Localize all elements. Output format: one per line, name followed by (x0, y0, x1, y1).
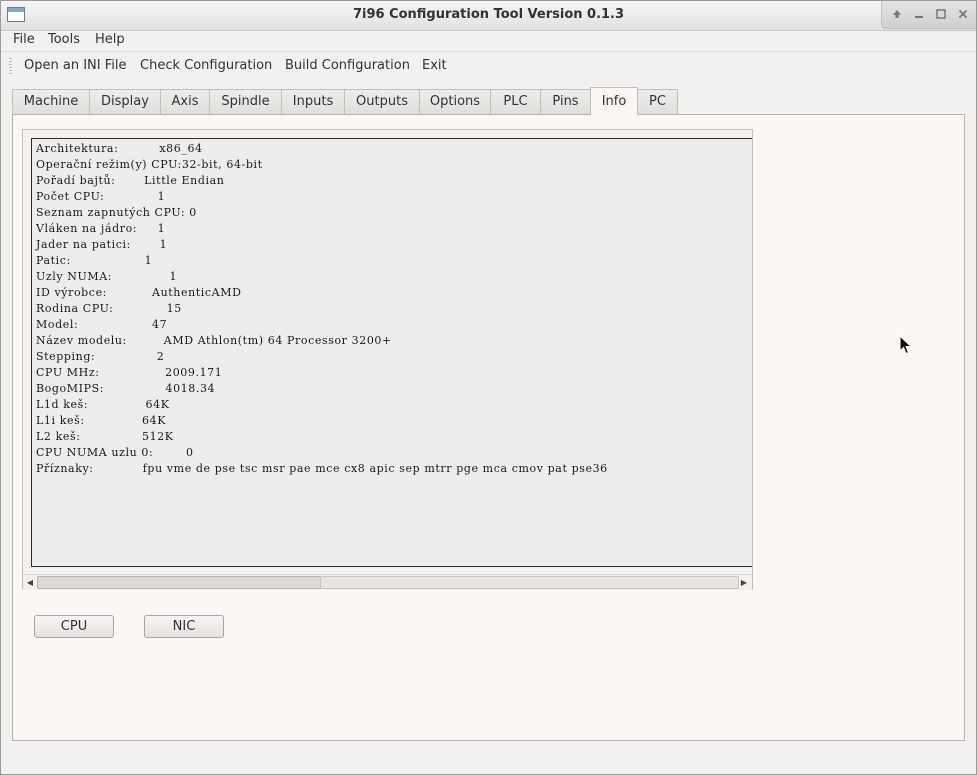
info-line-cpu-mhz: CPU MHz: 2009.171 (36, 366, 223, 379)
tab-inputs[interactable]: Inputs (281, 89, 345, 114)
info-line-l2-cache: L2 keš: 512K (36, 430, 174, 443)
info-line-op-mode: Operační režim(y) CPU:32-bit, 64-bit (36, 158, 263, 171)
toolbar-grip-handle[interactable] (9, 58, 12, 74)
info-line-numa-node0: CPU NUMA uzlu 0: 0 (36, 446, 194, 459)
scroll-left-icon[interactable]: ◀ (24, 576, 36, 589)
tab-outputs[interactable]: Outputs (344, 89, 420, 114)
tab-info[interactable]: Info (590, 87, 638, 115)
cpu-info-text[interactable]: Architektura: x86_64 Operační režim(y) C… (31, 138, 752, 567)
tab-axis[interactable]: Axis (160, 89, 210, 114)
maximize-icon[interactable] (934, 7, 948, 21)
menu-file[interactable]: File (13, 32, 35, 47)
info-line-online-cpus: Seznam zapnutých CPU: 0 (36, 206, 197, 219)
info-line-stepping: Stepping: 2 (36, 350, 165, 363)
mouse-pointer-icon (899, 335, 913, 355)
window-controls (881, 1, 976, 29)
tab-spindle[interactable]: Spindle (209, 89, 282, 114)
scrollbar-trough-left[interactable] (37, 576, 321, 589)
check-configuration-button[interactable]: Check Configuration (140, 58, 272, 73)
menu-tools[interactable]: Tools (48, 32, 80, 47)
info-line-architecture: Architektura: x86_64 (36, 142, 203, 155)
title-bar[interactable]: 7i96 Configuration Tool Version 0.1.3 (1, 1, 976, 31)
scrollbar-thumb[interactable] (320, 576, 739, 589)
open-ini-file-button[interactable]: Open an INI File (24, 58, 126, 73)
horizontal-scrollbar[interactable]: ◀ ▶ (23, 574, 752, 590)
info-line-cpu-count: Počet CPU: 1 (36, 190, 166, 203)
tab-plc[interactable]: PLC (490, 89, 541, 114)
info-line-byte-order: Pořadí bajtů: Little Endian (36, 174, 225, 187)
info-line-model-name: Název modelu: AMD Athlon(tm) 64 Processo… (36, 334, 392, 347)
tab-pc[interactable]: PC (637, 89, 678, 114)
tab-options[interactable]: Options (419, 89, 491, 114)
close-icon[interactable] (956, 7, 970, 21)
info-line-l1d-cache: L1d keš: 64K (36, 398, 170, 411)
build-configuration-button[interactable]: Build Configuration (285, 58, 410, 73)
tab-machine[interactable]: Machine (12, 89, 90, 114)
info-line-bogomips: BogoMIPS: 4018.34 (36, 382, 216, 395)
minimize-icon[interactable] (912, 7, 926, 21)
info-line-threads: Vláken na jádro: 1 (36, 222, 166, 235)
info-line-cpu-family: Rodina CPU: 15 (36, 302, 182, 315)
window-title: 7i96 Configuration Tool Version 0.1.3 (352, 7, 625, 22)
up-arrow-icon[interactable] (890, 7, 904, 21)
info-line-vendor: ID výrobce: AuthenticAMD (36, 286, 242, 299)
info-line-sockets: Patic: 1 (36, 254, 153, 267)
tab-display[interactable]: Display (89, 89, 161, 114)
nic-button[interactable]: NIC (144, 615, 224, 638)
scroll-right-icon[interactable]: ▶ (738, 576, 750, 589)
tab-pins[interactable]: Pins (540, 89, 591, 114)
info-line-flags: Příznaky: fpu vme de pse tsc msr pae mce… (36, 462, 608, 475)
toolbar: Open an INI File Check Configuration Bui… (1, 51, 976, 80)
exit-button[interactable]: Exit (422, 58, 447, 73)
info-line-l1i-cache: L1i keš: 64K (36, 414, 167, 427)
menu-help[interactable]: Help (95, 32, 125, 47)
app-window: 7i96 Configuration Tool Version 0.1.3 Fi… (0, 0, 977, 775)
info-line-model: Model: 47 (36, 318, 168, 331)
menu-bar: File Tools Help (1, 30, 976, 50)
info-line-cores: Jader na patici: 1 (36, 238, 168, 251)
cpu-button[interactable]: CPU (34, 615, 114, 638)
info-line-numa-nodes: Uzly NUMA: 1 (36, 270, 178, 283)
